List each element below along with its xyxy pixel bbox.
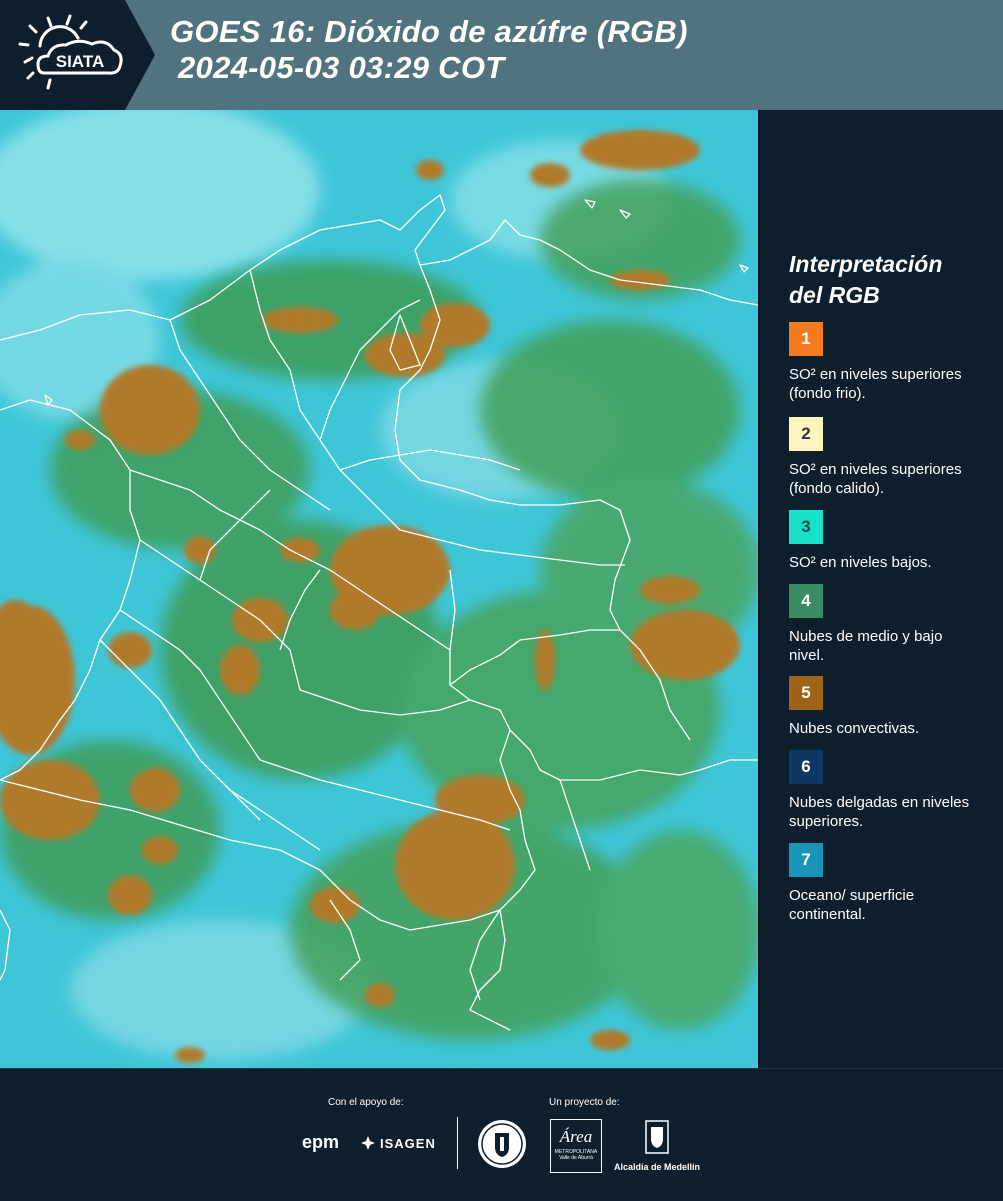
isagen-logo: ISAGEN	[360, 1135, 436, 1151]
epm-logo: epm	[302, 1132, 339, 1153]
area-metropolitana-logo: Área METROPOLITANA Valle de Aburrá	[550, 1119, 602, 1173]
legend-text-4: Nubes de medio y bajo nivel.	[789, 628, 943, 664]
alcaldia-logo-text: Alcaldía de Medellín	[613, 1162, 701, 1172]
legend-swatch-5: 5	[789, 676, 823, 710]
legend-text-3: SO² en niveles bajos.	[789, 554, 932, 571]
legend-number-1: 1	[801, 329, 811, 348]
medellin-seal-icon	[477, 1119, 527, 1174]
area-logo-text: Área	[559, 1127, 593, 1146]
legend-text-5: Nubes convectivas.	[789, 720, 920, 737]
legend-swatch-6: 6	[789, 750, 823, 784]
isagen-logo-text: ISAGEN	[380, 1135, 436, 1151]
legend-title-line-2: del RGB	[789, 282, 880, 308]
title-line-2: 2024-05-03 03:29 COT	[178, 50, 505, 85]
legend-swatch-2: 2	[789, 417, 823, 451]
legend-text-7: Oceano/ superficie continental.	[789, 887, 915, 923]
epm-logo-text: epm	[302, 1132, 340, 1152]
legend-swatch-1: 1	[789, 322, 823, 356]
legend-number-7: 7	[801, 850, 811, 869]
siata-logo: SIATA	[0, 0, 155, 110]
legend-swatch-3: 3	[789, 510, 823, 544]
legend-item-5: 5 Nubes convectivas.	[789, 676, 979, 738]
legend-text-1: SO² en niveles superiores (fondo frio).	[789, 366, 962, 402]
satellite-image	[0, 110, 758, 1068]
siata-logo-block: SIATA	[0, 0, 155, 110]
legend-number-5: 5	[801, 683, 811, 702]
legend-item-2: 2 SO² en niveles superiores (fondo calid…	[789, 417, 979, 498]
legend-title: Interpretación del RGB	[789, 249, 942, 311]
siata-logo-text: SIATA	[56, 52, 104, 71]
legend-item-6: 6 Nubes delgadas en niveles superiores.	[789, 750, 979, 831]
alcaldia-logo: Alcaldía de Medellín	[612, 1119, 702, 1172]
legend-title-line-1: Interpretación	[789, 251, 943, 277]
legend-panel: Interpretación del RGB 1 SO² en niveles …	[760, 110, 1003, 1068]
page-title: GOES 16: Dióxido de azúfre (RGB) 2024-05…	[170, 14, 688, 86]
area-logo-sub2: Valle de Aburrá	[559, 1155, 593, 1161]
satellite-map	[0, 110, 758, 1068]
legend-swatch-4: 4	[789, 584, 823, 618]
alcaldia-shield-icon	[645, 1120, 669, 1154]
legend-number-3: 3	[801, 517, 811, 536]
legend-text-6: Nubes delgadas en niveles superiores.	[789, 794, 970, 830]
legend-item-7: 7 Oceano/ superficie continental.	[789, 843, 979, 924]
header-bar: SIATA GOES 16: Dióxido de azúfre (RGB) 2…	[0, 0, 1003, 110]
legend-item-1: 1 SO² en niveles superiores (fondo frio)…	[789, 322, 979, 403]
legend-number-6: 6	[801, 757, 811, 776]
legend-swatch-7: 7	[789, 843, 823, 877]
legend-item-4: 4 Nubes de medio y bajo nivel.	[789, 584, 979, 665]
legend-number-4: 4	[801, 591, 811, 610]
legend-number-2: 2	[801, 424, 811, 443]
title-line-1: GOES 16: Dióxido de azúfre (RGB)	[170, 14, 688, 49]
isagen-icon	[361, 1136, 375, 1150]
footer: Con el apoyo de: Un proyecto de: epm ISA…	[0, 1068, 1003, 1201]
project-label: Un proyecto de:	[549, 1097, 620, 1108]
legend-text-2: SO² en niveles superiores (fondo calido)…	[789, 461, 962, 497]
footer-separator	[457, 1117, 458, 1169]
legend-item-3: 3 SO² en niveles bajos.	[789, 510, 979, 572]
support-label: Con el apoyo de:	[328, 1097, 404, 1108]
